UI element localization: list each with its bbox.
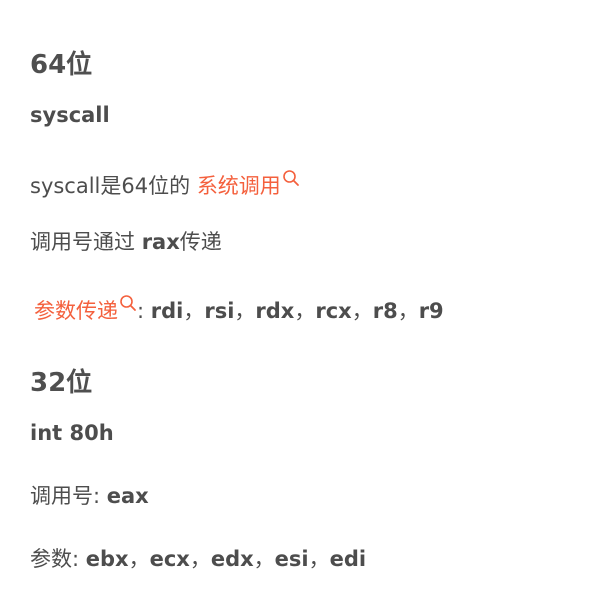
- separator: ，: [128, 547, 150, 571]
- params-label: 参数:: [30, 547, 80, 571]
- register-rdx: rdx: [255, 299, 295, 323]
- register-esi: esi: [274, 547, 309, 571]
- separator: ，: [397, 299, 419, 323]
- call-number-label: 调用号:: [30, 484, 101, 508]
- register-ebx: ebx: [85, 547, 129, 571]
- syscall-desc-text: syscall是64位的: [30, 174, 191, 198]
- params-colon: :: [137, 299, 145, 323]
- paragraph-params-32: 参数: ebx，ecx，edx，esi，edi: [30, 549, 366, 570]
- call-number-prefix: 调用号通过: [30, 230, 135, 254]
- register-r9: r9: [418, 299, 444, 323]
- heading-32bit: 32位: [30, 368, 93, 398]
- heading-64bit: 64位: [30, 50, 93, 80]
- param-passing-link-text: 参数传递: [34, 299, 118, 323]
- system-call-link[interactable]: 系统调用: [196, 170, 300, 198]
- paragraph-call-number-64: 调用号通过 rax传递: [30, 232, 222, 253]
- separator: ，: [183, 299, 205, 323]
- search-icon[interactable]: [282, 169, 300, 187]
- separator: ，: [308, 547, 330, 571]
- separator: ，: [351, 299, 373, 323]
- register-ecx: ecx: [149, 547, 190, 571]
- register-rax: rax: [141, 230, 180, 254]
- register-r8: r8: [372, 299, 398, 323]
- instruction-syscall: syscall: [30, 103, 110, 127]
- separator: ，: [253, 547, 275, 571]
- register-eax: eax: [106, 484, 149, 508]
- search-icon[interactable]: [119, 294, 137, 312]
- system-call-link-text: 系统调用: [196, 174, 281, 198]
- param-passing-link[interactable]: 参数传递: [34, 295, 137, 323]
- register-rsi: rsi: [204, 299, 235, 323]
- separator: ，: [294, 299, 316, 323]
- instruction-int80h: int 80h: [30, 421, 114, 445]
- call-number-suffix: 传递: [179, 230, 222, 254]
- register-edx: edx: [210, 547, 254, 571]
- separator: ，: [189, 547, 211, 571]
- paragraph-params-64: 参数传递: rdi，rsi，rdx，rcx，r8，r9: [34, 294, 444, 322]
- register-edi: edi: [329, 547, 367, 571]
- register-rcx: rcx: [315, 299, 352, 323]
- separator: ，: [234, 299, 256, 323]
- paragraph-syscall-desc: syscall是64位的 系统调用: [30, 169, 300, 197]
- register-rdi: rdi: [150, 299, 184, 323]
- paragraph-call-number-32: 调用号: eax: [30, 486, 149, 507]
